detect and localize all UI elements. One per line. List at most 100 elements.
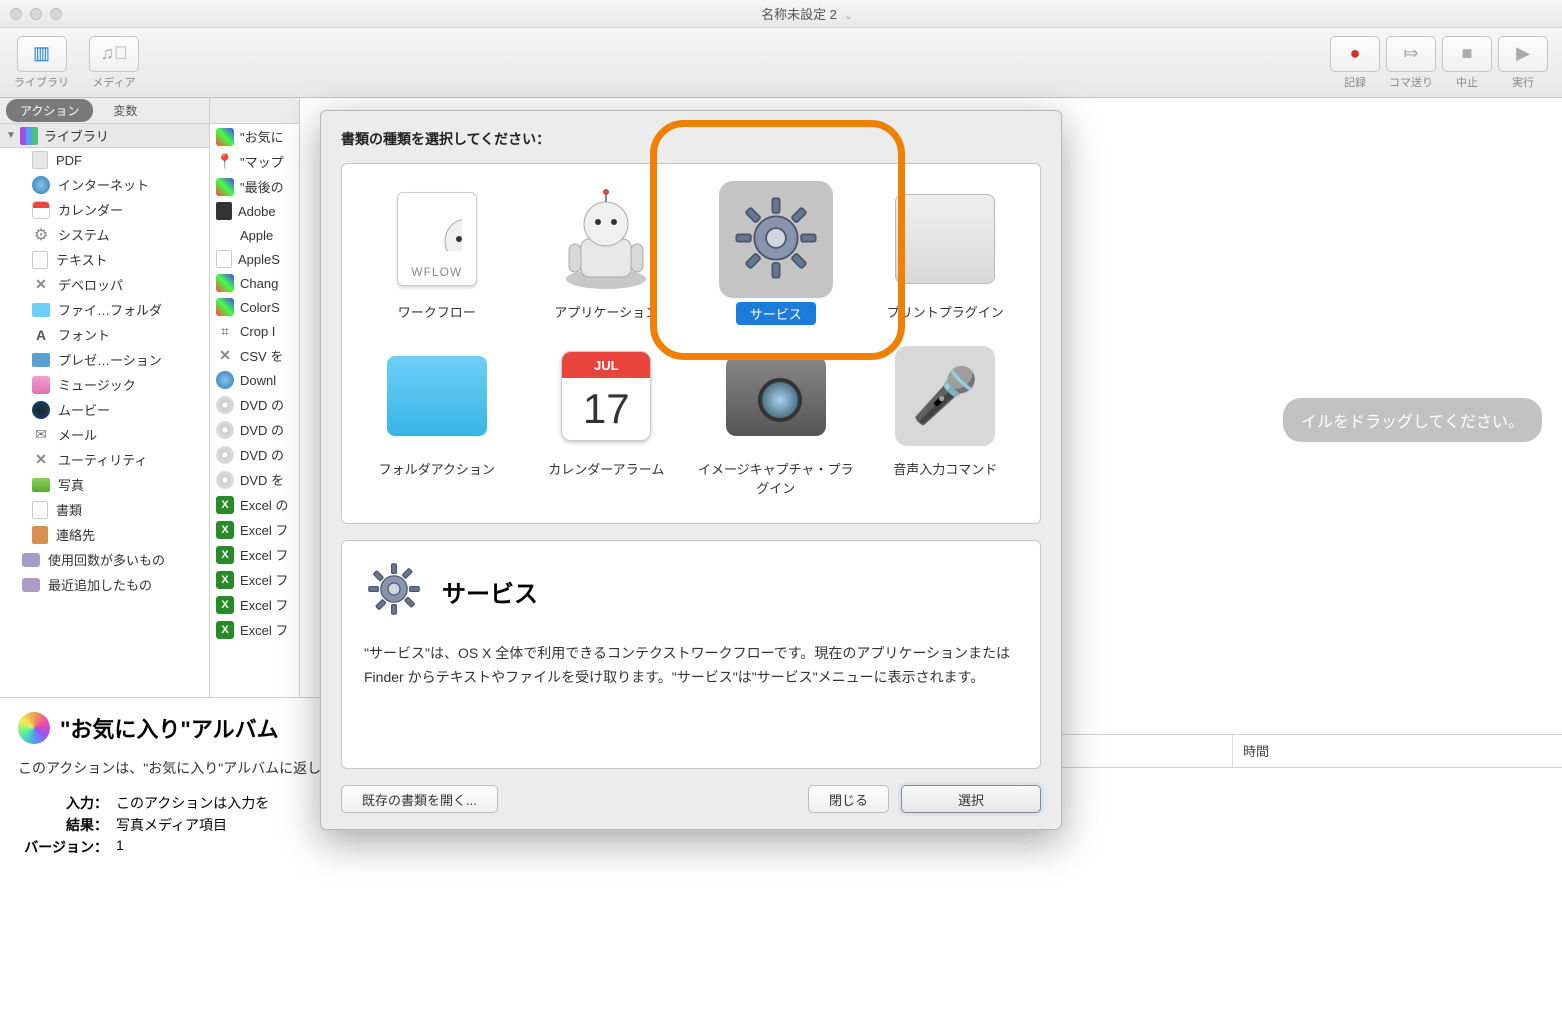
library-item-label: 連絡先: [56, 525, 95, 544]
action-item[interactable]: ✕CSV を: [210, 343, 299, 368]
library-item[interactable]: ファイ…フォルダ: [0, 297, 209, 322]
library-item-label: ファイ…フォルダ: [58, 300, 162, 319]
i-folder-icon: [32, 303, 50, 317]
action-item[interactable]: DVD を: [210, 467, 299, 492]
i-cal-icon: [32, 201, 50, 219]
action-item[interactable]: Downl: [210, 368, 299, 392]
dialog-prompt: 書類の種類を選択してください：: [341, 129, 1041, 149]
camera-icon: [721, 341, 831, 451]
i-text-icon: [32, 251, 48, 269]
library-item[interactable]: ミュージック: [0, 372, 209, 397]
time-column-header: 時間: [1232, 735, 1562, 767]
library-item[interactable]: テキスト: [0, 247, 209, 272]
step-icon: ⤇: [1386, 36, 1436, 72]
run-button[interactable]: ▶ 実行: [1498, 36, 1548, 90]
i-doc-icon: [32, 501, 48, 519]
document-type-printer[interactable]: プリントプラグイン: [865, 184, 1025, 325]
chevron-down-icon[interactable]: ⌄: [845, 11, 853, 22]
action-item[interactable]: XExcel フ: [210, 592, 299, 617]
smart-folder-icon: [22, 578, 40, 592]
action-item-icon: X: [216, 521, 234, 539]
document-type-wflow[interactable]: WFLOWワークフロー: [357, 184, 517, 325]
action-item-icon: [216, 471, 234, 489]
library-item[interactable]: 書類: [0, 497, 209, 522]
smart-folder-label: 最近追加したもの: [48, 575, 152, 594]
library-header[interactable]: ▼ ライブラリ: [0, 124, 209, 148]
library-item[interactable]: ✉メール: [0, 422, 209, 447]
open-existing-button[interactable]: 既存の書類を開く...: [341, 785, 498, 813]
library-toolbar-button[interactable]: ▥ ライブラリ: [14, 36, 69, 90]
info-title: サービス: [442, 574, 538, 609]
document-type-robot[interactable]: アプリケーション: [526, 184, 686, 325]
printer-icon: [890, 184, 1000, 294]
library-item[interactable]: プレゼ…ーション: [0, 347, 209, 372]
library-item[interactable]: ⚙システム: [0, 222, 209, 247]
action-item-label: Excel フ: [240, 570, 288, 589]
search-field-area[interactable]: [210, 98, 299, 124]
minimize-light[interactable]: [30, 8, 42, 20]
action-item[interactable]: "最後の: [210, 174, 299, 199]
document-type-mic[interactable]: 🎤音声入力コマンド: [865, 341, 1025, 497]
library-item[interactable]: Aフォント: [0, 322, 209, 347]
action-item[interactable]: DVD の: [210, 442, 299, 467]
record-button[interactable]: ● 記録: [1330, 36, 1380, 90]
media-toolbar-button[interactable]: ♫⃞ メディア: [89, 36, 139, 90]
close-light[interactable]: [10, 8, 22, 20]
library-item[interactable]: ✕ユーティリティ: [0, 447, 209, 472]
library-item-label: システム: [58, 225, 110, 244]
action-item[interactable]: "お気に: [210, 124, 299, 149]
smart-folder-item[interactable]: 最近追加したもの: [0, 572, 209, 597]
record-icon: ●: [1330, 36, 1380, 72]
step-label: コマ送り: [1389, 74, 1433, 90]
smart-folder-item[interactable]: 使用回数が多いもの: [0, 547, 209, 572]
library-item-label: カレンダー: [58, 200, 123, 219]
action-item-icon: [216, 396, 234, 414]
close-button[interactable]: 閉じる: [808, 785, 889, 813]
step-button[interactable]: ⤇ コマ送り: [1386, 36, 1436, 90]
action-item-icon: ⌗: [216, 322, 234, 340]
library-item[interactable]: 連絡先: [0, 522, 209, 547]
action-item-label: "マップ: [240, 152, 284, 171]
library-item[interactable]: PDF: [0, 148, 209, 172]
document-type-label: プリントプラグイン: [887, 302, 1004, 321]
library-header-label: ライブラリ: [44, 126, 109, 145]
titlebar: 名称未設定 2 ⌄: [0, 0, 1562, 28]
library-item[interactable]: ムービー: [0, 397, 209, 422]
document-type-folder[interactable]: フォルダアクション: [357, 341, 517, 497]
document-type-camera[interactable]: イメージキャプチャ・プラグイン: [696, 341, 856, 497]
action-item[interactable]: DVD の: [210, 392, 299, 417]
document-type-dialog: 書類の種類を選択してください： WFLOWワークフローアプリケーションサービスプ…: [320, 110, 1062, 830]
action-item-label: Excel フ: [240, 545, 288, 564]
tab-variable[interactable]: 変数: [99, 99, 151, 122]
action-item[interactable]: DVD の: [210, 417, 299, 442]
action-item[interactable]: 📍"マップ: [210, 149, 299, 174]
action-item[interactable]: ⌗Crop I: [210, 319, 299, 343]
action-item[interactable]: XExcel フ: [210, 542, 299, 567]
document-type-grid: WFLOWワークフローアプリケーション サービスプリントプラグイン フォルダアクシ…: [341, 163, 1041, 524]
disclosure-triangle-icon[interactable]: ▼: [6, 130, 16, 141]
action-item[interactable]: XExcel フ: [210, 567, 299, 592]
document-type-calendar[interactable]: JUL17カレンダーアラーム: [526, 341, 686, 497]
action-item-label: Excel の: [240, 495, 288, 514]
action-item[interactable]: XExcel フ: [210, 517, 299, 542]
library-item[interactable]: ✕デベロッパ: [0, 272, 209, 297]
action-item[interactable]: Apple: [210, 223, 299, 247]
document-type-label: アプリケーション: [554, 302, 658, 321]
action-item[interactable]: Chang: [210, 271, 299, 295]
document-type-gear[interactable]: サービス: [696, 184, 856, 325]
tab-action[interactable]: アクション: [6, 99, 93, 122]
library-item[interactable]: 写真: [0, 472, 209, 497]
action-item-icon: [216, 371, 234, 389]
library-item[interactable]: カレンダー: [0, 197, 209, 222]
library-item[interactable]: インターネット: [0, 172, 209, 197]
action-item[interactable]: XExcel フ: [210, 617, 299, 642]
zoom-light[interactable]: [50, 8, 62, 20]
stop-button[interactable]: ■ 中止: [1442, 36, 1492, 90]
action-item[interactable]: AppleS: [210, 247, 299, 271]
choose-button[interactable]: 選択: [901, 785, 1041, 813]
sidebar-icon: ▥: [17, 36, 67, 72]
action-item[interactable]: ColorS: [210, 295, 299, 319]
action-item[interactable]: Adobe: [210, 199, 299, 223]
action-item[interactable]: XExcel の: [210, 492, 299, 517]
library-item-label: ミュージック: [58, 375, 136, 394]
